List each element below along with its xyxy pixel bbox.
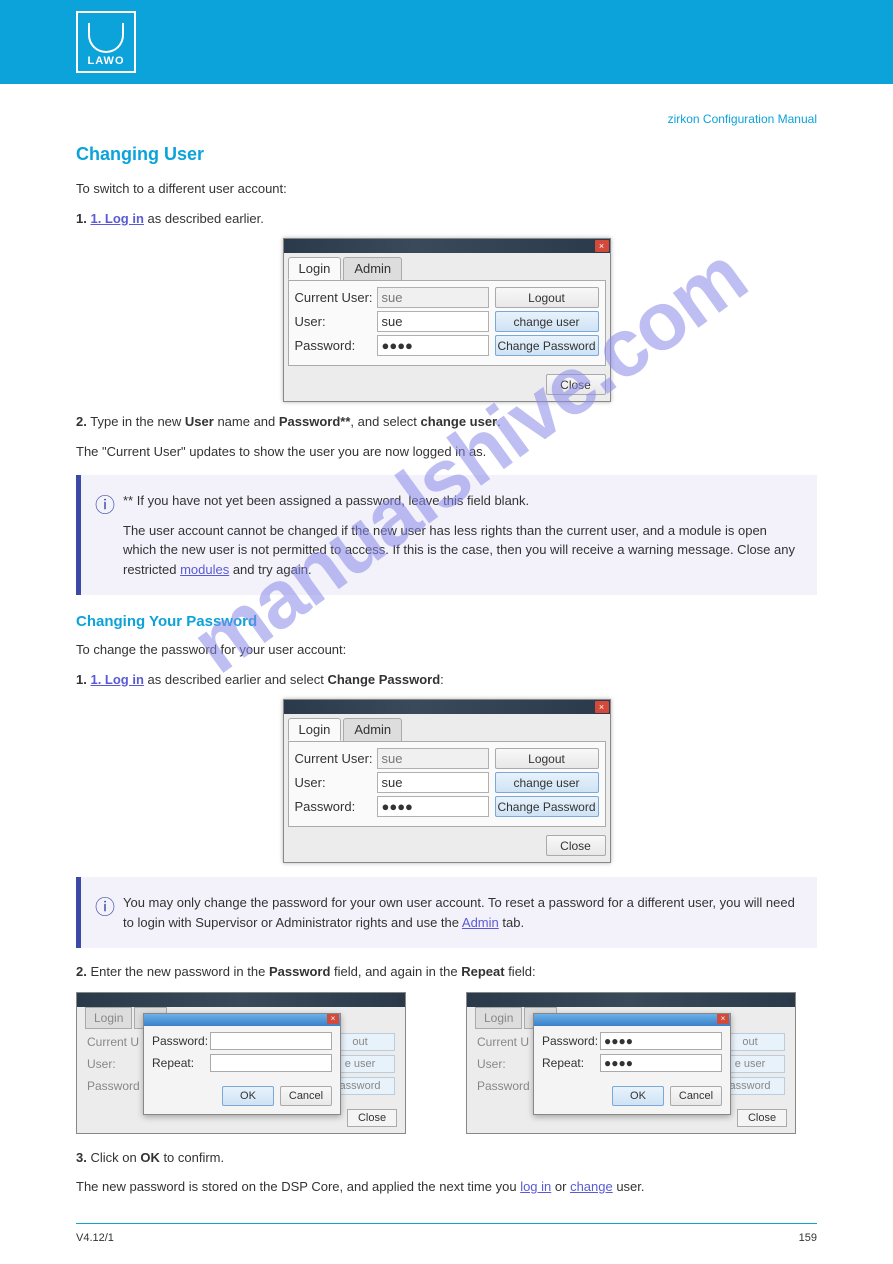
login-link[interactable]: 1. Log in [90,211,143,226]
step-2-desc: The "Current User" updates to show the u… [76,442,817,462]
field-password[interactable]: ●●●● [377,796,489,817]
field-user[interactable]: sue [377,311,489,332]
bg-tab-login: Login [85,1007,132,1029]
close-icon[interactable]: × [397,993,405,1007]
change-password-screenshot-filled: × Login Ad Current Uout User:e user Pass… [466,992,796,1134]
change-user-button[interactable]: change user [495,772,599,793]
change-password-screenshot-empty: × Login Ad Current Uout User:e user Pass… [76,992,406,1134]
close-icon[interactable]: × [327,1014,339,1024]
close-button[interactable]: Close [546,835,606,856]
tab-login[interactable]: Login [288,718,342,741]
change-password-button[interactable]: Change Password [495,796,599,817]
close-button[interactable]: Close [546,374,606,395]
overlay-field-repeat[interactable] [210,1054,332,1072]
close-icon[interactable]: × [717,1014,729,1024]
ok-button[interactable]: OK [222,1086,274,1106]
change-password-overlay: × Password: Repeat: OK Cancel [143,1013,341,1115]
step-number: 1. [76,211,87,226]
logout-button[interactable]: Logout [495,748,599,769]
label-current-user: Current User: [295,751,377,766]
note-box-2: ⓘ You may only change the password for y… [76,877,817,948]
close-icon[interactable]: × [595,701,609,713]
logo-text: LAWO [88,55,125,71]
label-current-user: Current User: [295,290,377,305]
change-link[interactable]: change [570,1179,613,1194]
info-icon: ⓘ [95,893,123,932]
login-dialog: × Login Admin Current User: sue Logout U… [283,238,611,402]
brand-logo: LAWO [76,11,136,73]
overlay-field-password[interactable] [210,1032,332,1050]
close-icon[interactable]: × [787,993,795,1007]
note-box-1: ⓘ ** If you have not yet been assigned a… [76,475,817,595]
label-password: Password: [295,799,377,814]
log-in-link[interactable]: log in [520,1179,551,1194]
section-heading-change-user: Changing User [76,144,817,165]
field-user[interactable]: sue [377,772,489,793]
field-current-user: sue [377,748,489,769]
overlay-field-repeat[interactable]: ●●●● [600,1054,722,1072]
login-link-2[interactable]: 1. Log in [90,672,143,687]
label-user: User: [295,314,377,329]
close-icon[interactable]: × [595,240,609,252]
section-heading-change-password: Changing Your Password [76,613,817,630]
overlay-label-repeat: Repeat: [152,1056,210,1070]
intro-change-password: To change the password for your user acc… [76,640,817,660]
change-password-overlay-filled: × Password:●●●● Repeat:●●●● OK Cancel [533,1013,731,1115]
field-password[interactable]: ●●●● [377,335,489,356]
field-current-user: sue [377,287,489,308]
tab-admin[interactable]: Admin [343,257,402,280]
dialog-titlebar: × [284,239,610,253]
login-dialog-2: × Login Admin Current User: sue Logout U… [283,699,611,863]
change-password-button[interactable]: Change Password [495,335,599,356]
tab-login[interactable]: Login [288,257,342,280]
ok-button[interactable]: OK [612,1086,664,1106]
info-icon: ⓘ [95,491,123,579]
admin-link[interactable]: Admin [462,915,499,930]
step-2-change-user: 2. Type in the new User name and Passwor… [76,412,817,432]
change-user-button[interactable]: change user [495,311,599,332]
overlay-label-password: Password: [152,1034,210,1048]
tab-admin[interactable]: Admin [343,718,402,741]
step-3-change-password: 3. Click on OK to confirm. [76,1148,817,1168]
document-title-right: zirkon Configuration Manual [76,112,817,126]
intro-change-user: To switch to a different user account: [76,179,817,199]
modules-link[interactable]: modules [180,562,229,577]
label-user: User: [295,775,377,790]
step-1-change-password: 1. 1. Log in as described earlier and se… [76,670,817,690]
cancel-button[interactable]: Cancel [280,1086,332,1106]
overlay-field-password[interactable]: ●●●● [600,1032,722,1050]
logout-button[interactable]: Logout [495,287,599,308]
step-2-change-password: 2. Enter the new password in the Passwor… [76,962,817,982]
logo-shape-icon [88,23,124,53]
footer-page-number: 159 [799,1232,817,1244]
step-1-change-user: 1. 1. Log in as described earlier. [76,209,817,229]
page-header-bar: LAWO [0,0,893,84]
label-password: Password: [295,338,377,353]
dialog-titlebar: × [284,700,610,714]
change-password-result-desc: The new password is stored on the DSP Co… [76,1177,817,1197]
footer-version: V4.12/1 [76,1232,114,1244]
page-footer: V4.12/1 159 [76,1223,817,1264]
bg-close-button: Close [347,1109,397,1127]
cancel-button[interactable]: Cancel [670,1086,722,1106]
